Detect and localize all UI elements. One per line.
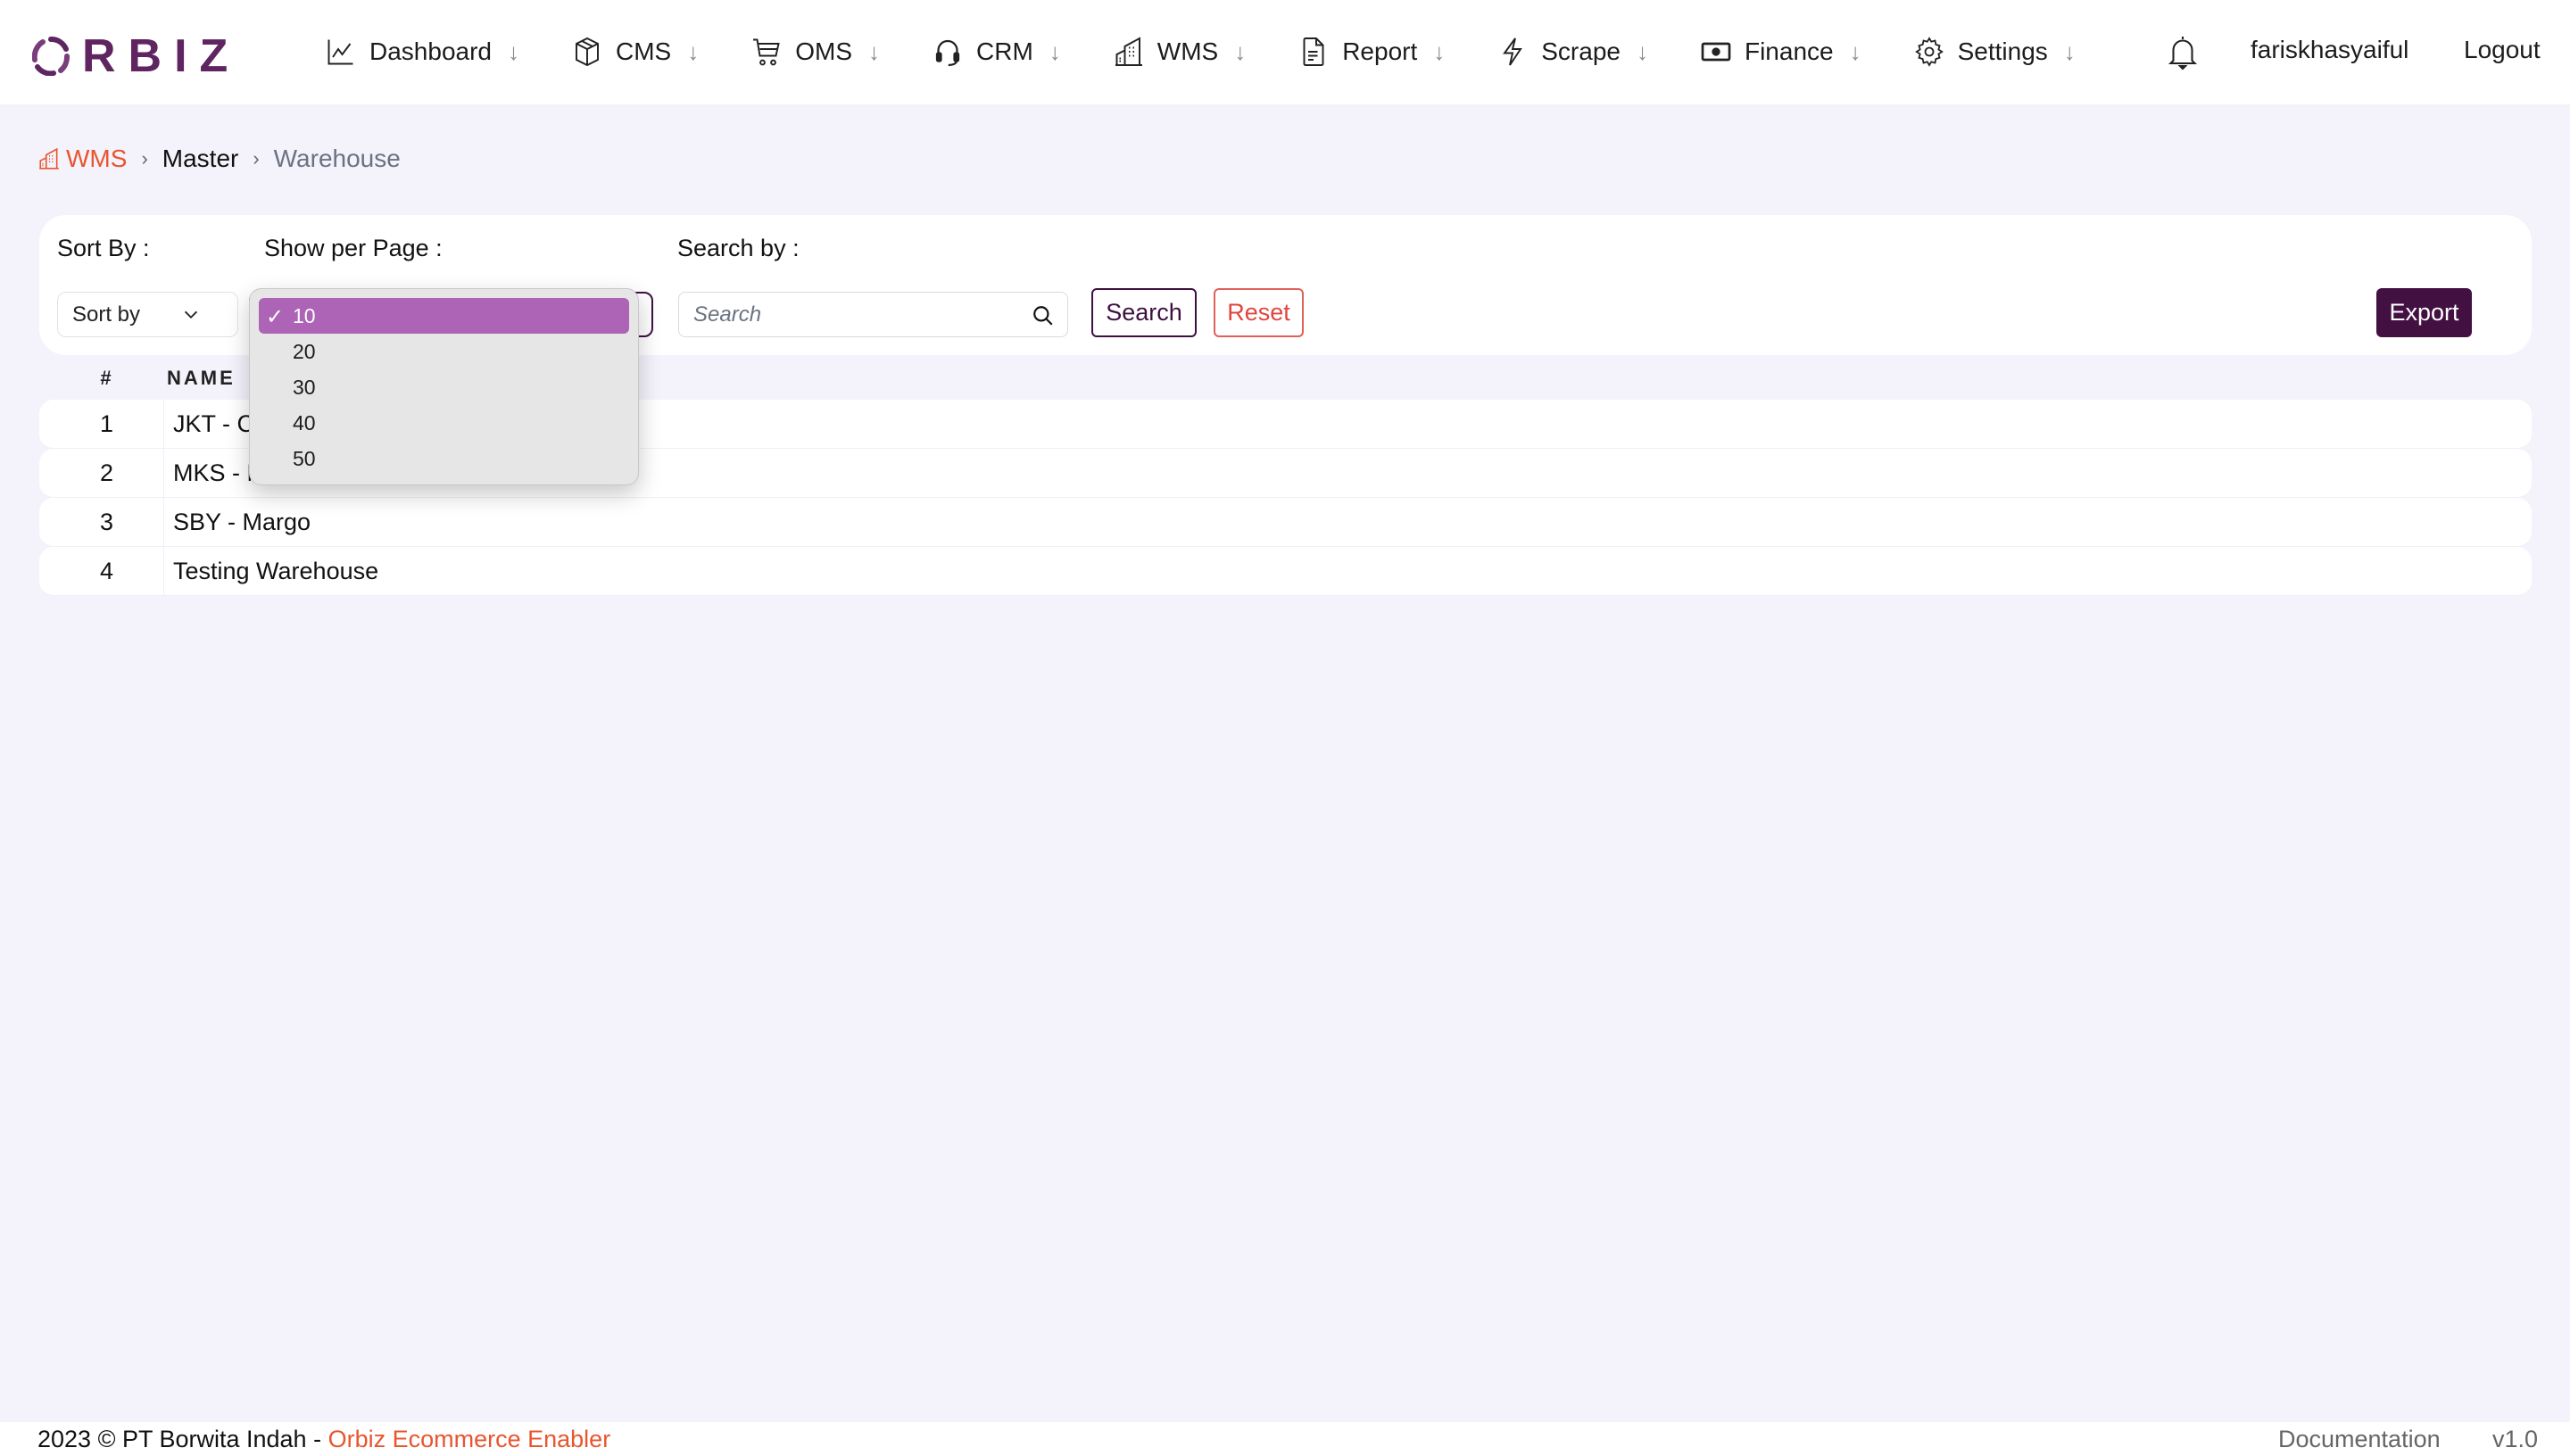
building-icon xyxy=(1113,36,1145,68)
row-name: SBY - Margo xyxy=(173,508,311,535)
footer-copyright: 2023 © PT Borwita Indah - Orbiz Ecommerc… xyxy=(37,1426,610,1453)
box-icon xyxy=(571,36,603,68)
username-link[interactable]: fariskhasyaiful xyxy=(2251,36,2408,64)
per-page-option-20[interactable]: 20 xyxy=(259,334,629,369)
arrow-down-icon: ↓ xyxy=(1433,37,1446,65)
nav-scrape[interactable]: Scrape ↓ xyxy=(1496,27,1648,77)
arrow-down-icon: ↓ xyxy=(1049,37,1061,65)
per-page-option-50[interactable]: 50 xyxy=(259,441,629,476)
nav-label: WMS xyxy=(1156,37,1219,65)
per-page-option-10[interactable]: ✓ 10 xyxy=(259,298,629,334)
search-button[interactable]: Search xyxy=(1091,288,1197,337)
orbiz-logo[interactable]: RBIZ xyxy=(32,30,241,82)
breadcrumb-separator: › xyxy=(253,147,260,170)
row-number: 2 xyxy=(39,449,164,497)
logout-link[interactable]: Logout xyxy=(2464,36,2541,64)
lightning-icon xyxy=(1496,36,1529,68)
search-by-label: Search by : xyxy=(677,235,800,261)
row-name: Testing Warehouse xyxy=(173,557,379,584)
breadcrumb-separator: › xyxy=(141,147,148,170)
reset-button[interactable]: Reset xyxy=(1214,288,1304,337)
breadcrumb-wms[interactable]: WMS xyxy=(37,145,127,173)
column-header-name[interactable]: NAME xyxy=(164,367,236,390)
breadcrumb: WMS › Master › Warehouse xyxy=(37,143,401,175)
per-page-option-40[interactable]: 40 xyxy=(259,405,629,441)
gear-icon xyxy=(1913,36,1945,68)
headset-icon xyxy=(932,36,964,68)
option-label: 50 xyxy=(293,446,316,470)
documentation-link[interactable]: Documentation xyxy=(2278,1426,2441,1453)
export-button[interactable]: Export xyxy=(2376,288,2472,337)
arrow-down-icon: ↓ xyxy=(507,37,519,65)
cart-icon xyxy=(750,36,783,68)
checkmark-icon: ✓ xyxy=(266,305,285,329)
footer-brand-link[interactable]: Orbiz Ecommerce Enabler xyxy=(328,1426,611,1452)
per-page-dropdown: ✓ 10 20 30 40 50 xyxy=(249,288,639,485)
bell-icon[interactable] xyxy=(2167,34,2199,71)
row-number: 3 xyxy=(39,498,164,546)
money-icon xyxy=(1700,36,1732,68)
arrow-down-icon: ↓ xyxy=(1636,37,1648,65)
breadcrumb-wms-label: WMS xyxy=(66,145,128,172)
option-label: 30 xyxy=(293,375,316,399)
show-per-page-label: Show per Page : xyxy=(264,235,443,261)
logo-text: RBIZ xyxy=(82,30,241,82)
arrow-down-icon: ↓ xyxy=(687,37,700,65)
building-icon xyxy=(39,147,59,170)
nav-crm[interactable]: CRM ↓ xyxy=(932,27,1061,77)
nav-label: Finance xyxy=(1744,37,1834,65)
nav-finance[interactable]: Finance ↓ xyxy=(1700,27,1861,77)
arrow-down-icon: ↓ xyxy=(2063,37,2076,65)
nav-dashboard[interactable]: Dashboard ↓ xyxy=(325,27,519,77)
arrow-down-icon: ↓ xyxy=(1849,37,1861,65)
nav-report[interactable]: Report ↓ xyxy=(1297,27,1445,77)
top-navbar: RBIZ Dashboard ↓ CMS ↓ OMS ↓ CRM ↓ WMS ↓… xyxy=(0,0,2570,104)
chart-line-icon xyxy=(325,36,357,68)
breadcrumb-master[interactable]: Master xyxy=(162,145,239,173)
search-input[interactable] xyxy=(679,302,1018,327)
nav-label: Settings xyxy=(1957,37,2048,65)
document-icon xyxy=(1297,36,1330,68)
column-header-number[interactable]: # xyxy=(39,367,164,390)
per-page-option-30[interactable]: 30 xyxy=(259,369,629,405)
chevron-down-icon xyxy=(184,310,198,319)
nav-oms[interactable]: OMS ↓ xyxy=(750,27,880,77)
footer: 2023 © PT Borwita Indah - Orbiz Ecommerc… xyxy=(0,1422,2570,1456)
nav-label: CMS xyxy=(615,37,672,65)
orbiz-ring-icon xyxy=(32,37,70,76)
copyright-text: 2023 © PT Borwita Indah - xyxy=(37,1426,328,1452)
sort-by-value: Sort by xyxy=(72,302,141,327)
search-field[interactable] xyxy=(678,292,1068,337)
option-label: 20 xyxy=(293,339,316,363)
row-name: JKT - C xyxy=(173,410,255,437)
row-number: 1 xyxy=(39,400,164,448)
table-row[interactable]: 4 Testing Warehouse xyxy=(39,547,2532,596)
nav-label: Report xyxy=(1342,37,1418,65)
nav-label: CRM xyxy=(976,37,1033,65)
main-nav: Dashboard ↓ CMS ↓ OMS ↓ CRM ↓ WMS ↓ Repo… xyxy=(325,27,2076,77)
sort-by-label: Sort By : xyxy=(57,235,150,261)
nav-cms[interactable]: CMS ↓ xyxy=(571,27,699,77)
table-row[interactable]: 3 SBY - Margo xyxy=(39,498,2532,547)
nav-label: Scrape xyxy=(1541,37,1621,65)
nav-label: OMS xyxy=(795,37,852,65)
sort-by-select[interactable]: Sort by xyxy=(57,292,238,337)
option-label: 10 xyxy=(293,303,316,327)
version-label: v1.0 xyxy=(2492,1426,2539,1452)
option-label: 40 xyxy=(293,410,316,434)
row-number: 4 xyxy=(39,547,164,595)
search-icon[interactable] xyxy=(1032,304,1055,327)
nav-wms[interactable]: WMS ↓ xyxy=(1113,27,1246,77)
breadcrumb-current: Warehouse xyxy=(273,145,401,172)
nav-label: Dashboard xyxy=(369,37,492,65)
nav-settings[interactable]: Settings ↓ xyxy=(1913,27,2076,77)
arrow-down-icon: ↓ xyxy=(1234,37,1247,65)
arrow-down-icon: ↓ xyxy=(868,37,880,65)
